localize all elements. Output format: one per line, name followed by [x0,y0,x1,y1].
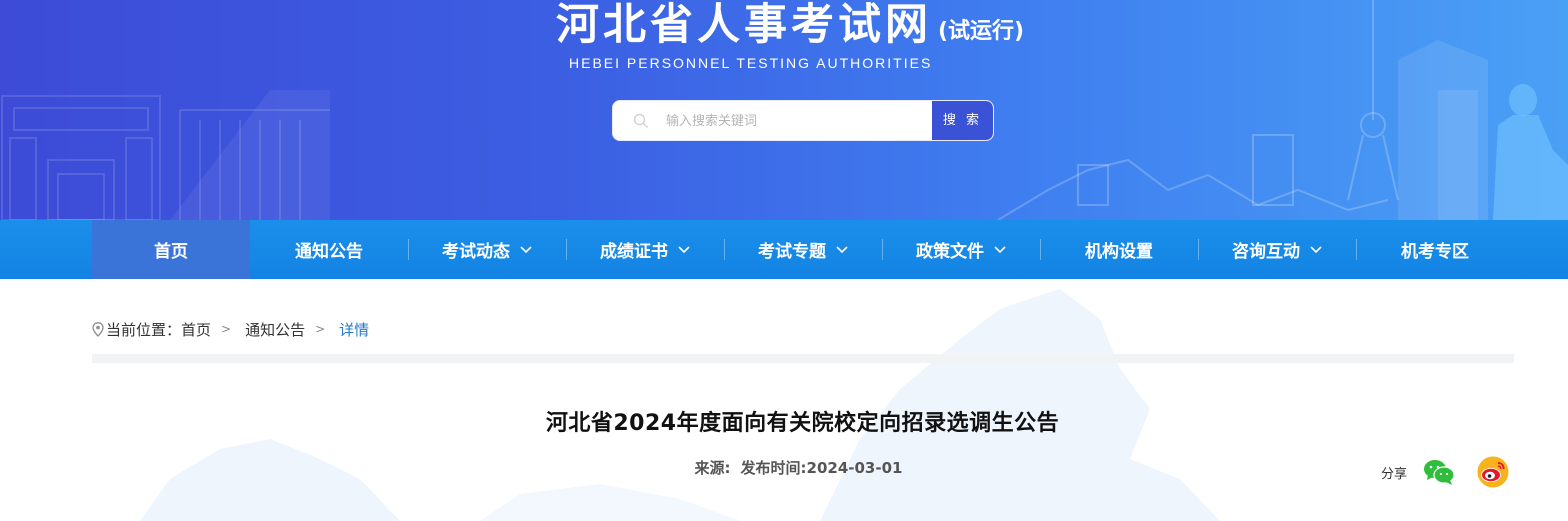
site-subtitle: HEBEI PERSONNEL TESTING AUTHORITIES [569,55,933,71]
header-banner: 河北省人事考试网 (试运行) HEBEI PERSONNEL TESTING A… [0,0,1568,220]
location-pin-icon [92,321,104,337]
nav-item-organization[interactable]: 机构设置 [1040,220,1198,279]
site-title-main: 河北省人事考试网 [556,0,932,50]
nav-item-label: 机考专区 [1401,242,1469,262]
breadcrumb: 当前位置： 首页 > 通知公告 > 详情 [92,318,369,340]
nav-item-home[interactable]: 首页 [92,220,250,279]
search-icon [633,113,648,128]
breadcrumb-separator: > [315,322,326,336]
article-title: 河北省2024年度面向有关院校定向招录选调生公告 [545,411,1060,436]
wechat-icon[interactable] [1423,458,1455,486]
breadcrumb-current: 详情 [339,320,370,339]
search-button[interactable]: 搜 索 [931,101,993,140]
nav-item-computer-exam[interactable]: 机考专区 [1356,220,1514,279]
nav-item-consultation[interactable]: 咨询互动 [1198,220,1356,279]
nav-item-notices[interactable]: 通知公告 [250,220,408,279]
article-source: 来源: [694,459,731,477]
nav-item-exam-topics[interactable]: 考试专题 [724,220,882,279]
nav-item-label: 咨询互动 [1232,242,1300,262]
breadcrumb-separator: > [221,322,232,336]
nav-item-label: 成绩证书 [600,242,668,262]
search-box: 搜 索 [612,100,994,141]
nav-item-label: 考试动态 [442,242,510,262]
share-label: 分享 [1381,466,1408,482]
breadcrumb-prefix: 当前位置： [106,320,182,339]
nav-item-label: 政策文件 [916,242,984,262]
chevron-down-icon [836,245,848,253]
share-bar: 分享 [1381,456,1509,488]
chevron-down-icon [520,245,532,253]
chevron-down-icon [678,245,690,253]
main-nav: 首页 通知公告 考试动态 成绩证书 考试专题 政策文件 机构设置 咨询互动 机考… [0,220,1568,279]
map-background-decoration [0,279,1568,521]
breadcrumb-home-link[interactable]: 首页 [181,319,211,340]
article-meta: 来源: 发布时间:2024-03-01 [0,457,1568,478]
museum-building-decoration [1,90,330,220]
skyline-decoration [997,0,1568,220]
nav-item-label: 机构设置 [1085,242,1153,262]
site-title-suffix: (试运行) [938,19,1025,44]
divider [92,354,1514,363]
nav-item-exam-news[interactable]: 考试动态 [408,220,566,279]
search-input[interactable] [666,109,926,133]
weibo-icon[interactable] [1477,456,1509,488]
site-title: 河北省人事考试网 (试运行) [556,0,1024,50]
nav-item-scores-certificates[interactable]: 成绩证书 [566,220,724,279]
nav-item-label: 首页 [154,242,188,262]
nav-item-policy-documents[interactable]: 政策文件 [882,220,1040,279]
chevron-down-icon [1310,245,1322,253]
article-publish-time: 发布时间:2024-03-01 [740,459,903,477]
chevron-down-icon [994,245,1006,253]
nav-item-label: 通知公告 [295,242,363,262]
breadcrumb-section-link[interactable]: 通知公告 [245,319,305,340]
nav-item-label: 考试专题 [758,242,826,262]
